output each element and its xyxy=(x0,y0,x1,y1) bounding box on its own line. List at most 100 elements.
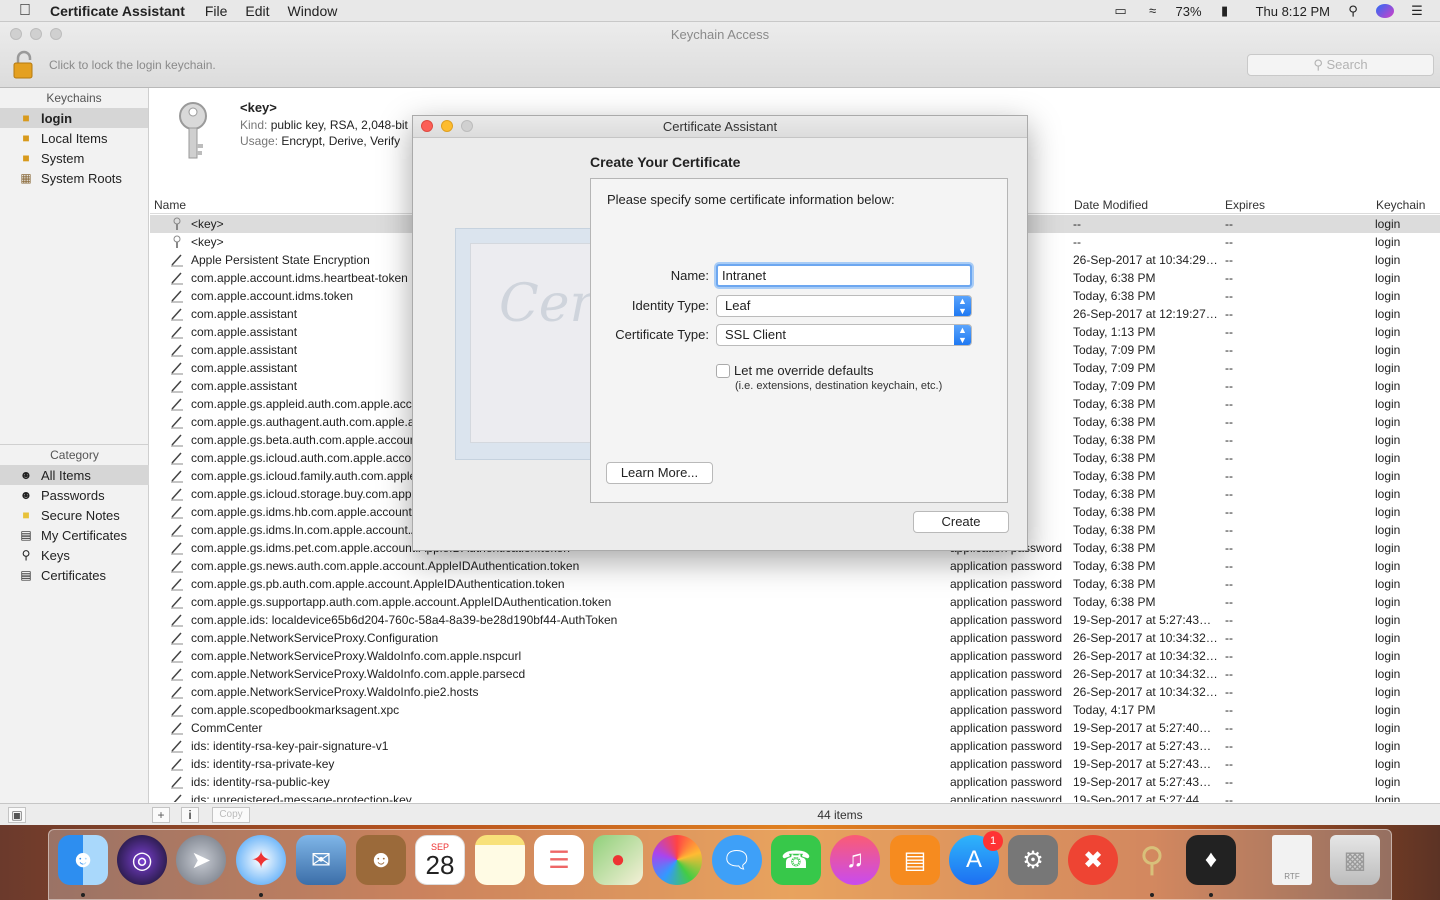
table-row[interactable]: com.apple.NetworkServiceProxy.WaldoInfo.… xyxy=(150,683,1440,701)
battery-icon[interactable]: ▮ xyxy=(1216,4,1234,18)
maps-icon[interactable]: ● xyxy=(593,835,643,885)
sidebar-item-passwords[interactable]: ☻ Passwords xyxy=(0,485,149,505)
cell-kind: application password xyxy=(950,739,1063,753)
identity-type-popup[interactable]: Leaf ▲ ▼ xyxy=(716,295,972,317)
cell-date-modified: 26-Sep-2017 at 10:34:32… xyxy=(1073,631,1218,645)
ibooks-icon[interactable]: ▤ xyxy=(890,835,940,885)
table-row[interactable]: com.apple.ids: localdevice65b6d204-760c-… xyxy=(150,611,1440,629)
dialog-zoom-button[interactable] xyxy=(461,120,473,132)
column-header-name[interactable]: Name xyxy=(154,198,186,212)
sidebar-item-secure-notes[interactable]: ■ Secure Notes xyxy=(0,505,149,525)
sidebar-item-login[interactable]: ■ login xyxy=(0,108,148,128)
tuxedo-icon[interactable]: ♦ xyxy=(1186,835,1236,885)
siri-icon[interactable]: ◎ xyxy=(117,835,167,885)
sidebar-item-all-items[interactable]: ☻ All Items xyxy=(0,465,149,485)
table-row[interactable]: ids: identity-rsa-private-key application… xyxy=(150,755,1440,773)
contacts-icon[interactable]: ☻ xyxy=(356,835,406,885)
pen-icon xyxy=(170,739,184,753)
cell-name: com.apple.gs.news.auth.com.apple.account… xyxy=(191,559,580,573)
cell-name: com.apple.NetworkServiceProxy.WaldoInfo.… xyxy=(191,685,479,699)
note-icon: ■ xyxy=(22,508,30,522)
search-field[interactable]: ⚲ Search xyxy=(1247,54,1434,76)
column-header-keychain[interactable]: Keychain xyxy=(1376,198,1425,212)
menu-edit[interactable]: Edit xyxy=(245,3,269,19)
sidebar-item-local-items[interactable]: ■ Local Items xyxy=(0,128,148,148)
table-row[interactable]: ids: unregistered-message-protection-key… xyxy=(150,791,1440,802)
cell-name: com.apple.account.idms.token xyxy=(191,289,354,303)
finder-icon[interactable]: ☻ xyxy=(58,835,108,885)
safari-compass-icon[interactable]: ✦ xyxy=(236,835,286,885)
keychain-keys-icon[interactable]: ⚲ xyxy=(1127,835,1177,885)
pen-icon xyxy=(170,451,184,465)
running-indicator xyxy=(1209,893,1213,897)
menu-file[interactable]: File xyxy=(205,3,228,19)
table-row[interactable]: com.apple.scopedbookmarksagent.xpc applic… xyxy=(150,701,1440,719)
menu-app-name[interactable]: Certificate Assistant xyxy=(50,3,185,19)
table-row[interactable]: com.apple.NetworkServiceProxy.Configurat… xyxy=(150,629,1440,647)
column-header-expires[interactable]: Expires xyxy=(1225,198,1265,212)
learn-more-button[interactable]: Learn More... xyxy=(606,462,713,484)
cell-date-modified: 19-Sep-2017 at 5:27:43… xyxy=(1073,613,1212,627)
cell-date-modified: Today, 6:38 PM xyxy=(1073,271,1156,285)
app-store-icon[interactable]: A 1 xyxy=(949,831,1003,885)
dialog-intro-text: Please specify some certificate informat… xyxy=(607,192,895,207)
certificate-type-popup[interactable]: SSL Client ▲ ▼ xyxy=(716,324,972,346)
sidebar-item-label: Keys xyxy=(41,547,70,563)
cell-keychain: login xyxy=(1375,667,1401,681)
table-row[interactable]: com.apple.gs.pb.auth.com.apple.account.A… xyxy=(150,575,1440,593)
facetime-icon[interactable]: ☎ xyxy=(771,835,821,885)
dialog-minimize-button[interactable] xyxy=(441,120,453,132)
photos-icon[interactable] xyxy=(652,835,702,885)
menu-window[interactable]: Window xyxy=(288,3,338,19)
cancel-app-icon[interactable]: ✖ xyxy=(1068,835,1118,885)
table-row[interactable]: com.apple.NetworkServiceProxy.WaldoInfo.… xyxy=(150,647,1440,665)
system-preferences-gear-icon[interactable]: ⚙ xyxy=(1008,835,1058,885)
table-row[interactable]: com.apple.gs.supportapp.auth.com.apple.a… xyxy=(150,593,1440,611)
table-row[interactable]: ids: identity-rsa-public-key application … xyxy=(150,773,1440,791)
unlocked-padlock-icon[interactable] xyxy=(12,50,38,80)
table-row[interactable]: ids: identity-rsa-key-pair-signature-v1 a… xyxy=(150,737,1440,755)
trash-icon[interactable]: ▩ xyxy=(1330,835,1380,885)
name-label: Name: xyxy=(670,268,709,283)
messages-icon[interactable]: 🗨 xyxy=(712,835,762,885)
padlock-icon: ■ xyxy=(22,151,30,165)
mail-eagle-icon[interactable]: ✉ xyxy=(296,835,346,885)
table-row[interactable]: com.apple.NetworkServiceProxy.WaldoInfo.… xyxy=(150,665,1440,683)
sidebar-item-system-roots[interactable]: ▦ System Roots xyxy=(0,168,148,188)
spotlight-icon[interactable]: ⚲ xyxy=(1344,4,1362,18)
create-button[interactable]: Create xyxy=(913,511,1009,533)
table-row[interactable]: CommCenter application password 19-Sep-201… xyxy=(150,719,1440,737)
cell-date-modified: 26-Sep-2017 at 10:34:32… xyxy=(1073,649,1218,663)
override-defaults-checkbox[interactable] xyxy=(716,364,730,378)
sidebar-item-keys[interactable]: ⚲ Keys xyxy=(0,545,149,565)
siri-icon[interactable] xyxy=(1376,4,1394,18)
notification-center-icon[interactable]: ☰ xyxy=(1408,4,1426,18)
launchpad-icon[interactable]: ➤ xyxy=(176,835,226,885)
cell-date-modified: Today, 6:38 PM xyxy=(1073,541,1156,555)
cell-keychain: login xyxy=(1375,343,1401,357)
table-row[interactable]: com.apple.gs.news.auth.com.apple.account… xyxy=(150,557,1440,575)
sidebar-item-certificates[interactable]: ▤ Certificates xyxy=(0,565,149,585)
sidebar-item-my-certificates[interactable]: ▤ My Certificates xyxy=(0,525,149,545)
rtf-document-icon[interactable]: RTF xyxy=(1272,835,1312,885)
cell-keychain: login xyxy=(1375,235,1401,249)
airplay-icon[interactable]: ▭ xyxy=(1112,4,1130,18)
column-header-date-modified[interactable]: Date Modified xyxy=(1074,198,1148,212)
cell-expires: -- xyxy=(1225,721,1233,735)
reminders-icon[interactable]: ☰ xyxy=(534,835,584,885)
notes-icon[interactable] xyxy=(475,835,525,885)
name-field[interactable]: Intranet xyxy=(716,264,972,287)
cell-kind: application password xyxy=(950,631,1063,645)
sidebar-item-label: All Items xyxy=(41,467,91,483)
sidebar-item-system[interactable]: ■ System xyxy=(0,148,148,168)
pen-icon xyxy=(170,505,184,519)
cell-expires: -- xyxy=(1225,559,1233,573)
key-icon xyxy=(170,217,184,231)
override-defaults-label[interactable]: Let me override defaults xyxy=(734,363,873,378)
dialog-close-button[interactable] xyxy=(421,120,433,132)
itunes-music-icon[interactable]: ♫ xyxy=(830,835,880,885)
apple-menu-icon[interactable]:  xyxy=(0,2,50,20)
calendar-icon[interactable]: SEP 28 xyxy=(415,835,465,885)
wifi-icon[interactable]: ≈ xyxy=(1144,4,1162,18)
menu-clock[interactable]: Thu 8:12 PM xyxy=(1256,4,1330,19)
